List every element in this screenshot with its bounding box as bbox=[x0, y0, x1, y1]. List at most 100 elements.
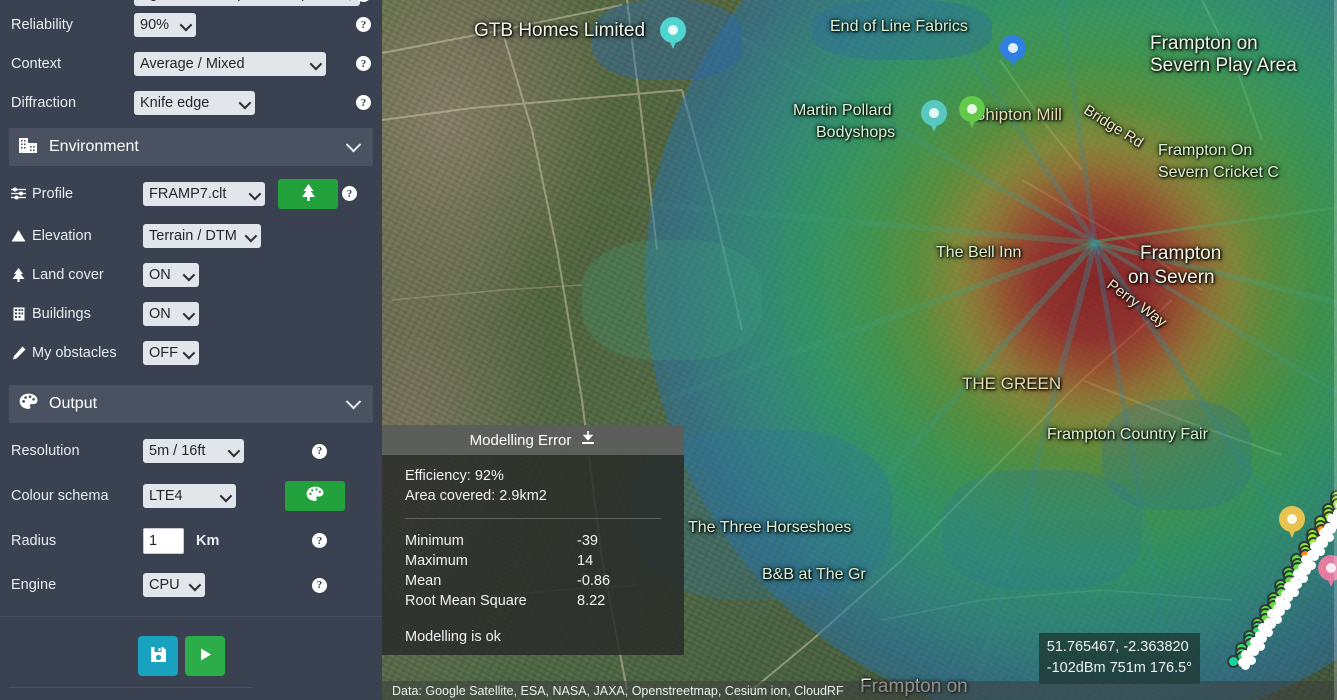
diffraction-label: Diffraction bbox=[11, 94, 77, 111]
diffraction-row: Diffraction Knife edge ? bbox=[0, 83, 382, 122]
environment-section-header[interactable]: Environment bbox=[9, 128, 373, 166]
pencil-icon bbox=[11, 345, 26, 360]
map-pin[interactable] bbox=[660, 17, 686, 51]
error-stat-value: -39 bbox=[577, 533, 598, 549]
reliability-help-icon[interactable]: ? bbox=[356, 17, 371, 32]
colour-schema-button[interactable] bbox=[285, 480, 345, 511]
sliders-icon bbox=[11, 186, 26, 201]
profile-label: Profile bbox=[11, 186, 134, 202]
error-stat-row: Mean -0.86 bbox=[405, 573, 661, 589]
output-section-header[interactable]: Output bbox=[9, 385, 373, 423]
land-cover-select[interactable]: ON bbox=[143, 262, 199, 287]
download-icon[interactable] bbox=[580, 430, 596, 450]
error-stat-row: Root Mean Square 8.22 bbox=[405, 593, 661, 609]
context-help-icon[interactable]: ? bbox=[356, 56, 371, 71]
resolution-label: Resolution bbox=[11, 443, 80, 459]
chevron-down-icon[interactable] bbox=[345, 393, 362, 409]
land-cover-row: Land cover ON bbox=[0, 255, 382, 294]
engine-label: Engine bbox=[11, 577, 57, 593]
error-stats-list: Minimum -39 Maximum 14 Mean -0.86 Root Mean Sq… bbox=[405, 533, 661, 609]
reliability-select[interactable]: 90% bbox=[134, 12, 196, 37]
elevation-label-text: Elevation bbox=[32, 227, 92, 244]
buildings-select[interactable]: ON bbox=[143, 301, 199, 326]
land-cover-label-text: Land cover bbox=[32, 266, 104, 283]
error-stat-value: -0.86 bbox=[577, 573, 611, 589]
chevron-down-icon[interactable] bbox=[345, 136, 362, 152]
play-icon bbox=[197, 646, 214, 666]
engine-help-icon[interactable]: ? bbox=[312, 577, 327, 593]
error-stat-key: Maximum bbox=[405, 553, 468, 569]
elevation-select[interactable]: Terrain / DTM bbox=[143, 223, 261, 248]
reliability-label: Reliability bbox=[11, 16, 74, 33]
error-stat-key: Minimum bbox=[405, 533, 464, 549]
resolution-row: Resolution 5m / 16ft ? bbox=[0, 429, 382, 473]
map-canvas[interactable]: GTB Homes Limited End of Line Fabrics Fram… bbox=[382, 0, 1337, 700]
modelling-status-text: Modelling is ok bbox=[405, 629, 501, 645]
modelling-error-title: Modelling Error bbox=[469, 431, 572, 449]
save-button[interactable] bbox=[138, 636, 178, 676]
efficiency-text: Efficiency: 92% bbox=[405, 468, 504, 484]
building-icon bbox=[11, 306, 26, 321]
model-label: Model bbox=[11, 0, 134, 2]
panel-divider bbox=[405, 518, 661, 519]
resolution-select[interactable]: 5m / 16ft bbox=[143, 439, 244, 463]
elevation-row: Elevation Terrain / DTM bbox=[0, 216, 382, 255]
reliability-row: Reliability 90% ? bbox=[0, 5, 382, 44]
coords-signal: -102dBm 751m 176.5° bbox=[1046, 659, 1192, 676]
buildings-icon bbox=[19, 136, 38, 158]
radius-row: Radius Km ? bbox=[0, 518, 382, 563]
map-pin[interactable] bbox=[921, 100, 947, 134]
mountain-icon bbox=[11, 228, 26, 243]
buildings-row: Buildings ON bbox=[0, 294, 382, 333]
error-stat-row: Minimum -39 bbox=[405, 533, 661, 549]
modelling-error-header: Modelling Error bbox=[382, 425, 684, 455]
buildings-label-text: Buildings bbox=[32, 305, 91, 322]
environment-section-title: Environment bbox=[49, 138, 139, 155]
diffraction-select[interactable]: Knife edge bbox=[134, 90, 255, 115]
modelling-error-body: Efficiency: 92% Area covered: 2.9km2 Min… bbox=[382, 455, 684, 655]
save-icon bbox=[150, 646, 167, 666]
map-attribution: Data: Google Satellite, ESA, NASA, JAXA,… bbox=[382, 681, 1337, 700]
engine-select[interactable]: CPU bbox=[143, 573, 205, 597]
map-pin[interactable] bbox=[959, 96, 985, 130]
colour-schema-select[interactable]: LTE4 bbox=[143, 483, 236, 508]
model-help-icon[interactable]: ? bbox=[356, 0, 371, 2]
my-obstacles-label-text: My obstacles bbox=[32, 344, 117, 361]
profile-row: Profile FRAMP7.clt ? bbox=[0, 171, 382, 216]
map-pin[interactable] bbox=[1000, 35, 1026, 69]
run-button[interactable] bbox=[185, 636, 225, 676]
radius-help-icon[interactable]: ? bbox=[312, 533, 327, 548]
palette-icon bbox=[19, 393, 38, 415]
tree-icon bbox=[301, 183, 316, 204]
my-obstacles-select[interactable]: OFF bbox=[143, 340, 199, 365]
error-stat-value: 14 bbox=[577, 553, 594, 569]
radius-label: Radius bbox=[11, 532, 57, 549]
error-stat-value: 8.22 bbox=[577, 593, 606, 609]
load-profile-button[interactable] bbox=[278, 178, 338, 209]
land-cover-label: Land cover bbox=[11, 267, 134, 283]
action-buttons bbox=[0, 617, 382, 676]
radius-unit: Km bbox=[196, 532, 220, 549]
my-obstacles-label: My obstacles bbox=[11, 345, 134, 361]
context-label: Context bbox=[11, 55, 61, 72]
error-stat-row: Maximum 14 bbox=[405, 553, 661, 569]
output-section-title: Output bbox=[49, 395, 98, 412]
error-stat-key: Mean bbox=[405, 573, 442, 589]
model-select[interactable]: Egli VHF/UHF (< 1.5GHz) bbox=[134, 0, 360, 6]
profile-select[interactable]: FRAMP7.clt bbox=[143, 181, 265, 206]
context-row: Context Average / Mixed ? bbox=[0, 44, 382, 83]
profile-help-icon[interactable]: ? bbox=[342, 186, 357, 201]
palette-icon bbox=[306, 486, 324, 505]
coordinate-readout: 51.765467, -2.363820 -102dBm 751m 176.5° bbox=[1038, 632, 1200, 684]
my-obstacles-row: My obstacles OFF bbox=[0, 333, 382, 372]
context-select[interactable]: Average / Mixed bbox=[134, 51, 326, 76]
diffraction-help-icon[interactable]: ? bbox=[356, 95, 371, 110]
profile-label-text: Profile bbox=[32, 185, 74, 202]
resolution-help-icon[interactable]: ? bbox=[312, 443, 327, 459]
buildings-label: Buildings bbox=[11, 306, 134, 322]
coords-latlon: 51.765467, -2.363820 bbox=[1046, 638, 1189, 655]
measurement-track bbox=[1212, 355, 1337, 670]
elevation-label: Elevation bbox=[11, 228, 134, 244]
radius-input[interactable] bbox=[143, 527, 184, 554]
colour-schema-label: Colour schema bbox=[11, 487, 109, 504]
